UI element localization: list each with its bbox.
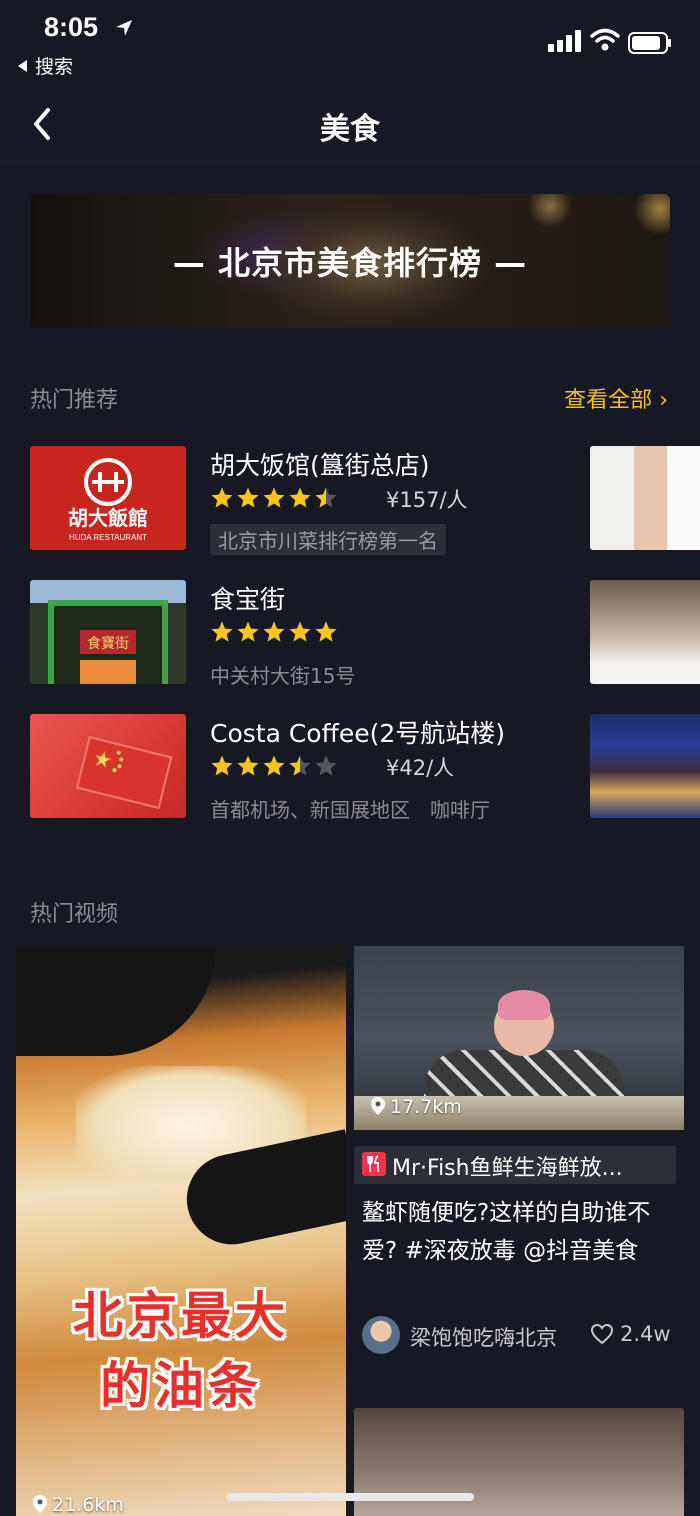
- ranking-tag: 北京市川菜排行榜第一名: [210, 524, 446, 555]
- distance-label: 17.7km: [390, 1096, 462, 1118]
- video-distance: 17.7km: [370, 1096, 462, 1118]
- restaurant-thumbnail: 食寶街: [30, 580, 186, 684]
- author-name[interactable]: 梁饱饱吃嗨北京: [410, 1322, 557, 1352]
- video-distance: 21.6km: [32, 1494, 124, 1516]
- side-thumbnail[interactable]: [590, 714, 700, 818]
- star-half-icon: [315, 487, 337, 508]
- price: ¥157/人: [386, 488, 468, 512]
- star-full-icon: [237, 755, 259, 776]
- restaurant-item[interactable]: 食寶街 食宝街 中关村大街15号: [30, 580, 590, 690]
- huda-logo-icon: 胡大飯館 HUDA RESTAURANT: [68, 458, 148, 542]
- star-rating: [210, 620, 340, 644]
- star-full-icon: [263, 621, 285, 642]
- restaurant-item[interactable]: Costa Coffee(2号航站楼) ¥42/人 首都机场、新国展地区 咖啡厅: [30, 714, 590, 824]
- status-time: 8:05: [44, 12, 99, 42]
- storefront-image: 食寶街: [48, 600, 168, 684]
- battery-icon: [628, 32, 671, 54]
- video-bg-shape: [16, 946, 216, 1056]
- distance-label: 21.6km: [52, 1494, 124, 1516]
- star-full-icon: [263, 755, 285, 776]
- restaurant-name: Costa Coffee(2号航站楼): [210, 719, 505, 748]
- svg-text:HUDA RESTAURANT: HUDA RESTAURANT: [69, 533, 147, 542]
- side-thumbnail[interactable]: [590, 580, 700, 684]
- back-app-label: 搜索: [35, 56, 74, 78]
- restaurant-item[interactable]: 胡大飯館 HUDA RESTAURANT 胡大饭馆(簋街总店) ¥157/人 北…: [30, 446, 590, 556]
- star-full-icon: [315, 621, 337, 642]
- star-half-icon: [289, 755, 311, 776]
- location-arrow-icon: [116, 20, 132, 36]
- restaurant-thumbnail: [30, 714, 186, 818]
- star-full-icon: [237, 487, 259, 508]
- video-card-right[interactable]: 17.7km: [354, 946, 684, 1130]
- video-description: 鳌虾随便吃?这样的自助谁不爱? #深夜放毒 @抖音美食: [362, 1200, 651, 1264]
- see-all-label: 查看全部: [564, 388, 653, 413]
- location-pin-icon: [371, 1097, 385, 1115]
- star-rating: [210, 754, 340, 778]
- avatar[interactable]: [362, 1316, 400, 1354]
- chevron-right-icon: ›: [659, 388, 668, 413]
- see-all-link[interactable]: 查看全部 ›: [564, 382, 668, 414]
- star-empty-icon: [315, 755, 337, 776]
- page-title: 美食: [320, 112, 380, 147]
- side-thumbnail[interactable]: [590, 446, 700, 550]
- restaurant-thumbnail: 胡大飯館 HUDA RESTAURANT: [30, 446, 186, 550]
- address: 中关村大街15号: [210, 664, 356, 688]
- price: ¥42/人: [386, 756, 455, 780]
- signal-icon: [548, 30, 581, 52]
- status-bar: 8:05 搜索: [0, 0, 700, 84]
- section-title-hot-recommend: 热门推荐: [30, 388, 119, 413]
- video-poi-title[interactable]: Mr·Fish鱼鲜生海鲜放...: [354, 1146, 676, 1184]
- poi-title-text: Mr·Fish鱼鲜生海鲜放...: [392, 1156, 623, 1181]
- svg-text:食寶街: 食寶街: [87, 635, 129, 652]
- star-full-icon: [211, 621, 233, 642]
- banner-text: — 北京市美食排行榜 —: [172, 244, 528, 282]
- nav-bar: 美食: [0, 84, 700, 164]
- star-rating: [210, 486, 340, 510]
- svg-text:胡大飯館: 胡大飯館: [68, 506, 148, 530]
- video-overlay-line-2: 的油条: [100, 1357, 262, 1415]
- back-to-app[interactable]: 搜索: [18, 52, 73, 79]
- address: 首都机场、新国展地区 咖啡厅: [210, 798, 490, 822]
- star-full-icon: [289, 487, 311, 508]
- location-pin-icon: [33, 1495, 47, 1513]
- star-full-icon: [289, 621, 311, 642]
- flag-image: [75, 735, 173, 810]
- star-full-icon: [263, 487, 285, 508]
- ranking-banner[interactable]: — 北京市美食排行榜 —: [30, 194, 670, 328]
- video-card-left[interactable]: 北京最大 的油条 21.6km: [16, 946, 346, 1516]
- like-count[interactable]: 2.4w: [590, 1322, 671, 1346]
- star-full-icon: [211, 755, 233, 776]
- star-full-icon: [211, 487, 233, 508]
- video-bg-shape: [498, 990, 550, 1020]
- section-title-hot-videos: 热门视频: [30, 902, 119, 927]
- wifi-icon: [590, 28, 620, 51]
- star-full-icon: [237, 621, 259, 642]
- restaurant-name: 胡大饭馆(簋街总店): [210, 451, 430, 480]
- like-count-label: 2.4w: [620, 1322, 671, 1346]
- home-indicator[interactable]: [226, 1493, 474, 1501]
- video-author-row: 梁饱饱吃嗨北京 2.4w: [362, 1316, 682, 1356]
- heart-icon: [590, 1323, 614, 1345]
- back-triangle-icon: [18, 60, 27, 72]
- fork-knife-icon: [362, 1152, 386, 1176]
- video-overlay-line-1: 北京最大: [73, 1287, 289, 1345]
- restaurant-name: 食宝街: [210, 585, 286, 614]
